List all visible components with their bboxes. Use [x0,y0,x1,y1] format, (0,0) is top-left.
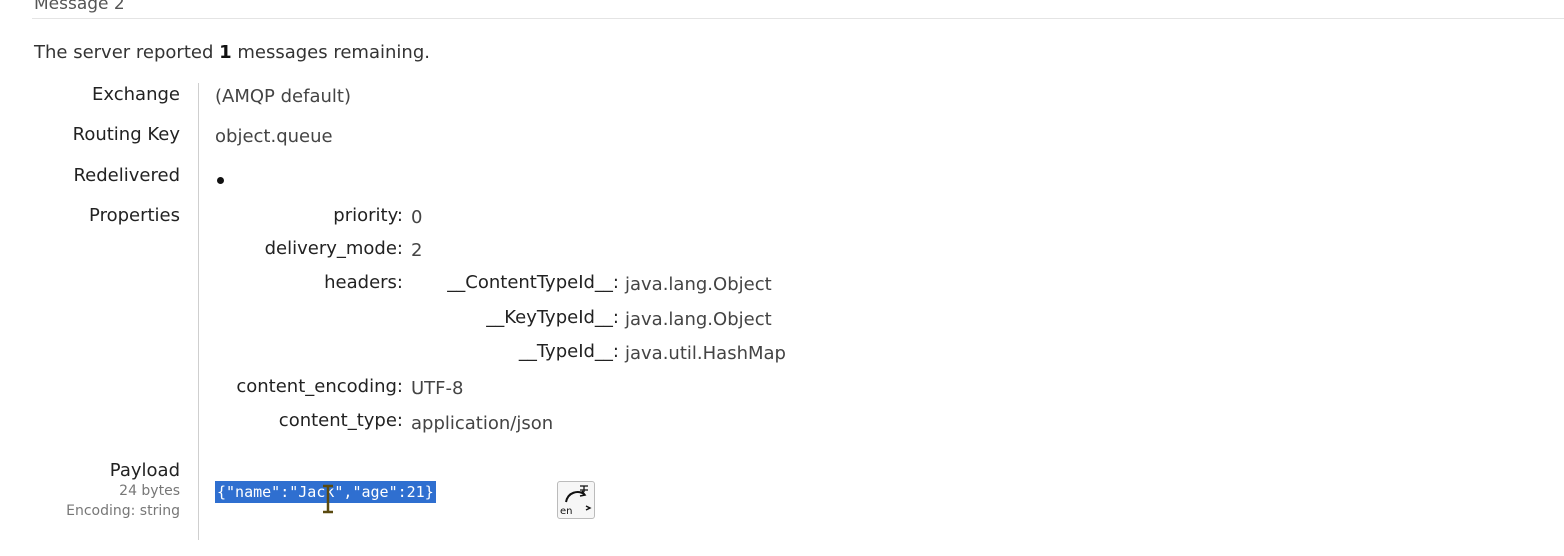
header-value: java.lang.Object [625,274,772,295]
delivery-mode-value: 2 [411,240,423,261]
title-divider [32,18,1564,19]
message-panel: Message 2 The server reported 1 messages… [0,0,1564,556]
priority-key: priority: [333,205,403,226]
content-type-value: application/json [411,413,554,434]
label-value-divider [198,83,199,540]
content-encoding-key: content_encoding: [236,376,403,397]
messages-remaining-summary: The server reported 1 messages remaining… [34,42,430,63]
summary-suffix: messages remaining. [231,42,430,63]
routing-key-value: object.queue [215,126,333,147]
payload-size: 24 bytes [119,483,180,499]
payload-label: Payload [109,460,180,481]
priority-value: 0 [411,207,423,228]
remaining-count: 1 [219,42,232,63]
routing-key-label: Routing Key [72,124,180,145]
exchange-value: (AMQP default) [215,86,351,107]
header-value: java.lang.Object [625,309,772,330]
header-value: java.util.HashMap [625,343,786,364]
header-key: __TypeId__: [518,341,619,362]
translate-icon[interactable]: en [557,481,595,519]
payload-encoding: Encoding: string [66,503,180,519]
header-key: __ContentTypeId__: [447,272,619,293]
translate-label: en [560,506,573,517]
bullet-dot-icon [217,177,224,184]
redelivered-label: Redelivered [73,165,180,186]
text-cursor-icon [323,484,333,514]
message-title: Message 2 [34,0,125,14]
headers-key: headers: [324,272,403,293]
exchange-label: Exchange [92,84,180,105]
content-encoding-value: UTF-8 [411,378,464,399]
content-type-key: content_type: [278,410,403,431]
delivery-mode-key: delivery_mode: [264,238,403,259]
summary-prefix: The server reported [34,42,220,63]
header-key: __KeyTypeId__: [486,307,619,328]
properties-label: Properties [89,205,180,226]
